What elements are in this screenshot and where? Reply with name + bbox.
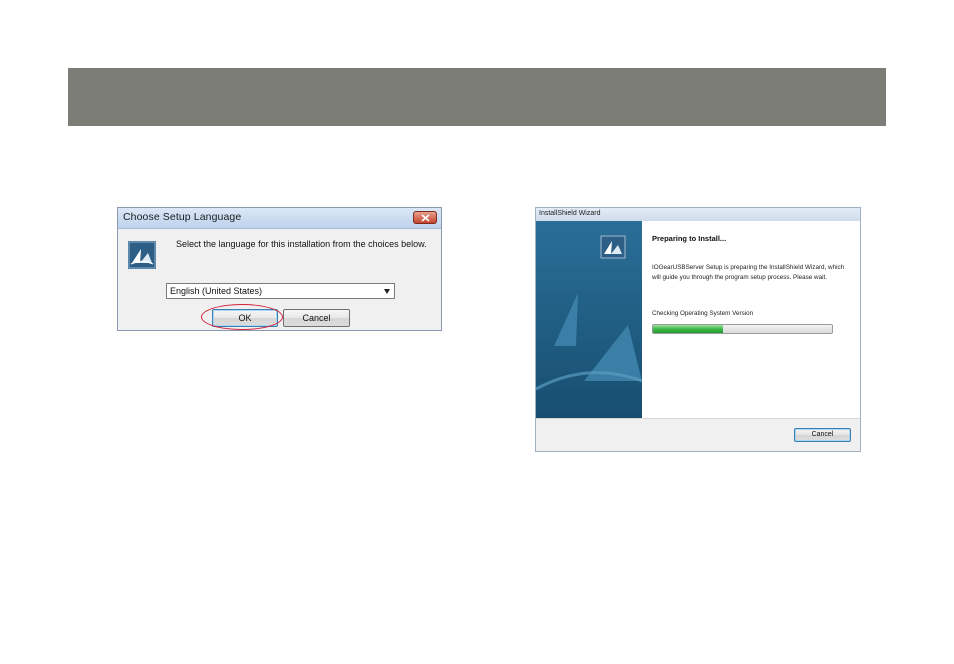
wizard-cancel-button[interactable]: Cancel [794, 428, 851, 442]
wizard-status-text: Checking Operating System Version [652, 310, 754, 317]
wizard-side-panel [535, 221, 643, 418]
wizard-heading: Preparing to Install... [652, 234, 727, 243]
progress-bar [652, 324, 833, 334]
language-prompt: Select the language for this installatio… [176, 239, 427, 249]
language-dialog-titlebar[interactable]: Choose Setup Language [118, 208, 441, 229]
language-dialog-title: Choose Setup Language [123, 211, 242, 223]
ok-highlight-annotation [201, 304, 283, 330]
installshield-icon [600, 235, 626, 264]
close-button[interactable] [413, 211, 437, 224]
dropdown-arrow-icon [384, 289, 390, 294]
header-band [68, 68, 886, 126]
cancel-button[interactable]: Cancel [283, 309, 350, 327]
wizard-description: IOGearUSBServer Setup is preparing the I… [652, 264, 845, 281]
wizard-title: InstallShield Wizard [539, 210, 601, 217]
wizard-content: Preparing to Install... IOGearUSBServer … [600, 221, 860, 418]
language-select-value: English (United States) [170, 286, 263, 296]
close-icon [421, 214, 430, 222]
language-select[interactable]: English (United States) [166, 283, 395, 299]
app-setup-icon [128, 241, 156, 269]
installshield-wizard-dialog: InstallShield Wizard Preparing to Instal… [535, 207, 861, 452]
progress-bar-fill [653, 325, 723, 333]
wizard-titlebar[interactable]: InstallShield Wizard [536, 208, 860, 221]
